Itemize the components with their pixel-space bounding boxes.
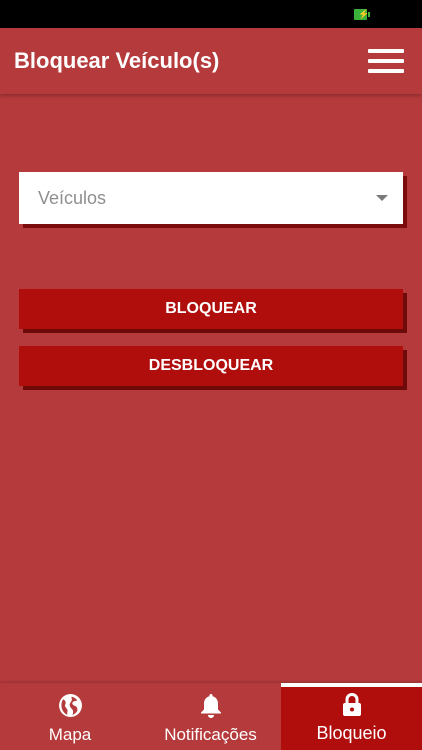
globe-icon: [59, 694, 82, 717]
bell-icon: [201, 694, 221, 718]
app-screen: ⚡ Bloquear Veículo(s) Veículos BLOQUEAR …: [0, 0, 422, 750]
nav-item-block[interactable]: Bloqueio: [281, 683, 422, 750]
app-bar: Bloquear Veículo(s): [0, 28, 422, 94]
bottom-navigation: Mapa Notificações Bloqueio: [0, 683, 422, 750]
nav-item-notifications-label: Notificações: [164, 725, 257, 744]
lock-icon: [343, 693, 361, 716]
status-bar: ⚡: [0, 0, 422, 28]
nav-item-map-label: Mapa: [48, 725, 92, 744]
nav-item-notifications[interactable]: Notificações: [140, 683, 281, 750]
hamburger-menu-icon[interactable]: [368, 49, 404, 73]
vehicle-select[interactable]: Veículos: [19, 172, 403, 224]
page-title: Bloquear Veículo(s): [14, 48, 220, 73]
battery-icon: ⚡: [354, 9, 370, 20]
nav-item-block-label: Bloqueio: [316, 723, 387, 743]
unblock-button[interactable]: DESBLOQUEAR: [19, 346, 403, 386]
vehicle-select-placeholder: Veículos: [38, 188, 107, 208]
chevron-down-icon: [376, 195, 388, 201]
nav-item-map[interactable]: Mapa: [0, 683, 140, 750]
block-button[interactable]: BLOQUEAR: [19, 289, 403, 329]
